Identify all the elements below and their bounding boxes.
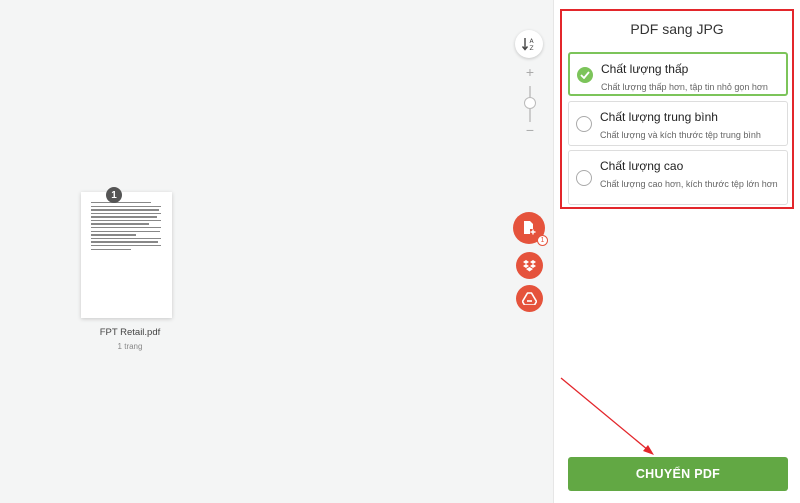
sort-button[interactable]: A Z xyxy=(515,30,543,58)
thumbnail-text-line xyxy=(91,230,160,233)
thumbnail-text-line xyxy=(91,237,161,240)
option-high-quality[interactable]: Chất lượng cao Chất lượng cao hơn, kích … xyxy=(568,150,788,205)
option-radio-icon xyxy=(576,170,592,186)
svg-text:A: A xyxy=(530,38,535,45)
google-drive-button[interactable] xyxy=(516,285,543,312)
option-radio-icon xyxy=(576,116,592,132)
thumbnail-text-line xyxy=(91,209,159,211)
thumbnail-text-line xyxy=(91,244,161,247)
file-thumbnail xyxy=(81,192,172,318)
thumbnail-text-line xyxy=(91,212,161,215)
option-medium-quality[interactable]: Chất lượng trung bình Chất lượng và kích… xyxy=(568,101,788,146)
option-title: Chất lượng trung bình xyxy=(600,110,718,124)
option-title: Chất lượng cao xyxy=(600,159,684,173)
sort-az-icon: A Z xyxy=(521,38,535,52)
zoom-slider-handle[interactable] xyxy=(524,97,536,109)
quality-options-group: PDF sang JPG Chất lượng thấp Chất lượng … xyxy=(560,9,794,209)
google-drive-icon xyxy=(522,292,537,305)
option-description: Chất lượng cao hơn, kích thước tệp lớn h… xyxy=(600,179,778,189)
add-file-count-badge: 1 xyxy=(537,235,548,246)
thumbnail-text-line xyxy=(91,241,158,243)
dropbox-button[interactable] xyxy=(516,252,543,279)
thumbnail-text-line xyxy=(91,205,161,207)
option-description: Chất lượng thấp hơn, tập tin nhỏ gọn hơn xyxy=(601,82,768,92)
convert-pdf-button[interactable]: CHUYỂN PDF xyxy=(568,457,788,491)
file-workspace: A Z + − 1 FPT Retail.pdf 1 trang 1 xyxy=(0,0,553,503)
option-low-quality[interactable]: Chất lượng thấp Chất lượng thấp hơn, tập… xyxy=(568,52,788,96)
panel-title: PDF sang JPG xyxy=(630,21,724,37)
thumbnail-text-line xyxy=(91,248,131,250)
file-name: FPT Retail.pdf xyxy=(99,327,161,338)
thumbnail-text-line xyxy=(91,219,161,222)
thumbnail-text-line xyxy=(91,234,136,236)
zoom-out-button[interactable]: − xyxy=(523,122,537,138)
page-count-badge: 1 xyxy=(106,187,122,203)
add-file-icon xyxy=(524,221,536,235)
thumbnail-text-line xyxy=(91,223,149,225)
thumbnail-text-line xyxy=(91,202,151,204)
thumbnail-text-line xyxy=(91,216,157,218)
dropbox-icon xyxy=(523,259,536,271)
svg-text:Z: Z xyxy=(530,45,534,52)
options-panel: PDF sang JPG Chất lượng thấp Chất lượng … xyxy=(553,0,800,503)
option-check-icon xyxy=(577,67,593,83)
file-page-count: 1 trang xyxy=(117,342,143,351)
zoom-in-button[interactable]: + xyxy=(523,64,537,80)
option-description: Chất lượng và kích thước tệp trung bình xyxy=(600,130,761,140)
thumbnail-text-line xyxy=(91,227,161,229)
option-title: Chất lượng thấp xyxy=(601,62,689,76)
